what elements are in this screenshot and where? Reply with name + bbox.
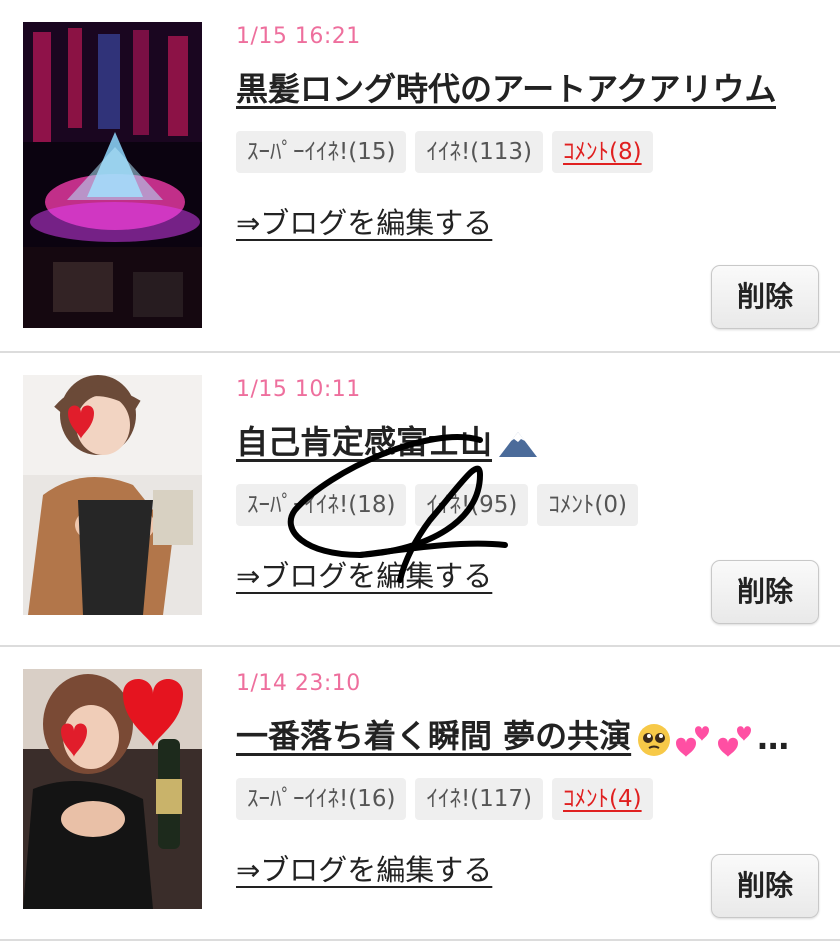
two-hearts-icon (676, 726, 710, 757)
comment-link[interactable]: ｺﾒﾝﾄ(4) (552, 778, 653, 820)
comment-link[interactable]: ｺﾒﾝﾄ(0) (537, 484, 638, 526)
title-ellipsis: … (757, 719, 790, 757)
super-like-count: ｽｰﾊﾟｰｲｲﾈ!(16) (236, 778, 407, 820)
blog-post-3: 1/14 23:10 一番落ち着く瞬間 夢の共演 … ｽｰﾊﾟｰｲｲﾈ!(16)… (0, 647, 840, 941)
like-count: ｲｲﾈ!(117) (415, 778, 544, 820)
post-title[interactable]: 一番落ち着く瞬間 夢の共演 … (236, 711, 789, 757)
reaction-tags: ｽｰﾊﾟｰｲｲﾈ!(18) ｲｲﾈ!(95) ｺﾒﾝﾄ(0) (236, 484, 638, 526)
post-date: 1/14 23:10 (236, 671, 361, 696)
delete-button[interactable]: 削除 (711, 854, 819, 918)
edit-blog-link[interactable]: ⇒ブログを編集する (236, 200, 492, 242)
delete-button[interactable]: 削除 (711, 560, 819, 624)
post-thumbnail[interactable] (23, 375, 202, 615)
super-like-count: ｽｰﾊﾟｰｲｲﾈ!(18) (236, 484, 407, 526)
super-like-count: ｽｰﾊﾟｰｲｲﾈ!(15) (236, 131, 407, 173)
post-title[interactable]: 自己肯定感富士山 (236, 417, 538, 463)
reaction-tags: ｽｰﾊﾟｰｲｲﾈ!(16) ｲｲﾈ!(117) ｺﾒﾝﾄ(4) (236, 778, 653, 820)
blog-post-2: 1/15 10:11 自己肯定感富士山 ｽｰﾊﾟｰｲｲﾈ!(18) ｲｲﾈ!(9… (0, 353, 840, 647)
comment-link[interactable]: ｺﾒﾝﾄ(8) (552, 131, 653, 173)
post-date: 1/15 16:21 (236, 24, 361, 49)
pleading-face-icon (638, 724, 671, 756)
post-date: 1/15 10:11 (236, 377, 361, 402)
reaction-tags: ｽｰﾊﾟｰｲｲﾈ!(15) ｲｲﾈ!(113) ｺﾒﾝﾄ(8) (236, 131, 653, 173)
post-thumbnail[interactable] (23, 22, 202, 328)
post-thumbnail[interactable] (23, 669, 202, 909)
two-hearts-icon (718, 726, 752, 757)
delete-button[interactable]: 削除 (711, 265, 819, 329)
mount-fuji-icon (498, 430, 538, 458)
post-divider (0, 939, 840, 941)
edit-blog-link[interactable]: ⇒ブログを編集する (236, 847, 492, 889)
post-title[interactable]: 黒髪ロング時代のアートアクアリウム (236, 64, 776, 110)
like-count: ｲｲﾈ!(95) (415, 484, 529, 526)
like-count: ｲｲﾈ!(113) (415, 131, 544, 173)
edit-blog-link[interactable]: ⇒ブログを編集する (236, 553, 492, 595)
blog-post-1: 1/15 16:21 黒髪ロング時代のアートアクアリウム ｽｰﾊﾟｰｲｲﾈ!(1… (0, 0, 840, 329)
